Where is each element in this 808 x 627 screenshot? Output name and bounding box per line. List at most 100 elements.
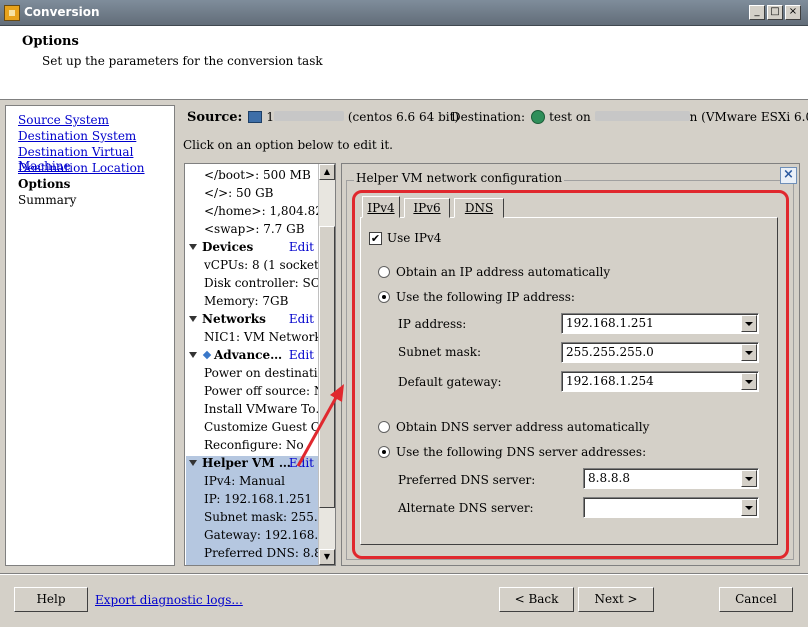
minimize-button[interactable]: _ [749,5,765,20]
app-icon [4,5,20,21]
ip-address-value: 192.168.1.251 [566,316,654,330]
preferred-dns-value: 8.8.8.8 [588,471,630,485]
use-following-ip-radio[interactable] [378,291,390,303]
nav-summary: Summary [18,193,77,207]
list-item[interactable]: Subnet mask: 255.… [185,508,318,526]
page-subtitle: Set up the parameters for the conversion… [42,54,323,68]
panel-title: Helper VM network configuration [354,171,565,185]
scroll-thumb[interactable] [319,226,335,508]
nav-options: Options [18,177,71,191]
dropdown-arrow-icon[interactable] [741,315,757,332]
footer-separator [0,573,808,575]
vm-host-icon [531,110,546,124]
list-item[interactable]: IP: 192.168.1.251 [185,490,318,508]
nav-destination-location[interactable]: Destination Location [18,161,145,175]
group-networks[interactable]: Networks Edit [185,310,318,328]
list-item[interactable]: </home>: 1,804.82… [185,202,318,220]
tab-ipv4[interactable]: IPv4 [362,196,400,218]
options-scrollbar[interactable]: ▲ ▼ [318,164,335,565]
subnet-mask-label: Subnet mask: [398,345,482,359]
preferred-dns-field[interactable]: 8.8.8.8 [583,468,759,489]
redacted-hostname [274,111,344,121]
maximize-button[interactable]: □ [767,5,783,20]
collapse-arrow-icon[interactable] [189,316,197,322]
scroll-up-button[interactable]: ▲ [319,164,335,180]
list-item[interactable]: Disk controller: SC… [185,274,318,292]
ip-address-field[interactable]: 192.168.1.251 [561,313,759,334]
destination-label: Destination: [451,110,526,124]
help-button[interactable]: Help [14,587,88,612]
preferred-dns-label: Preferred DNS server: [398,473,536,487]
group-label: Advance… [214,348,283,362]
dropdown-arrow-icon[interactable] [741,470,757,487]
use-following-dns-label: Use the following DNS server addresses: [396,445,647,459]
hint-text: Click on an option below to edit it. [183,138,393,152]
scroll-down-button[interactable]: ▼ [319,549,335,565]
list-item[interactable]: Memory: 7GB [185,292,318,310]
list-item[interactable]: </boot>: 500 MB [185,166,318,184]
group-label: Helper VM … [202,456,291,470]
page-title: Options [22,34,79,49]
use-ipv4-label: Use IPv4 [387,231,442,245]
window-title: Conversion [24,5,100,19]
list-item[interactable]: Reconfigure: No [185,436,318,454]
group-advanced[interactable]: Advance… Edit [185,346,318,364]
list-item[interactable]: IPv4: Manual [185,472,318,490]
back-button[interactable]: < Back [499,587,574,612]
collapse-arrow-icon[interactable] [189,244,197,250]
source-label: Source: [187,110,243,125]
close-panel-icon[interactable]: × [780,167,797,184]
use-ipv4-checkbox[interactable]: ✔ [369,232,382,245]
wizard-steps-nav: Source System Destination System Destina… [5,105,175,566]
group-devices[interactable]: Devices Edit [185,238,318,256]
list-item[interactable]: Power on destinatio… [185,364,318,382]
close-window-button[interactable]: × [785,5,801,20]
destination-info: Destination: test on n (VMware ESXi 6.0.0… [451,110,808,124]
obtain-dns-auto-label: Obtain DNS server address automatically [396,420,650,434]
obtain-ip-auto-label: Obtain an IP address automatically [396,265,611,279]
source-prefix: 1 [266,110,274,124]
dropdown-arrow-icon[interactable] [741,373,757,390]
next-button[interactable]: Next > [578,587,654,612]
nav-destination-system[interactable]: Destination System [18,129,136,143]
use-following-ip-label: Use the following IP address: [396,290,575,304]
alternate-dns-field[interactable] [583,497,759,518]
list-item[interactable]: Install VMware To… [185,400,318,418]
export-logs-link[interactable]: Export diagnostic logs... [95,593,243,607]
edit-helper-vm-link[interactable]: Edit [289,454,314,472]
list-item[interactable]: Customize Guest O… [185,418,318,436]
list-item[interactable]: Gateway: 192.168.… [185,526,318,544]
tab-dns[interactable]: DNS [454,198,504,218]
source-info: Source: 1 (centos 6.6 64 bit) [187,110,459,125]
destination-prefix: test on [549,110,591,124]
use-following-dns-radio[interactable] [378,446,390,458]
subnet-mask-field[interactable]: 255.255.255.0 [561,342,759,363]
subnet-mask-value: 255.255.255.0 [566,345,654,359]
list-item[interactable]: NIC1: VM Network [185,328,318,346]
collapse-arrow-icon[interactable] [189,460,197,466]
list-item[interactable]: vCPUs: 8 (1 socket… [185,256,318,274]
obtain-ip-auto-radio[interactable] [378,266,390,278]
edit-devices-link[interactable]: Edit [289,238,314,256]
list-item[interactable]: </>: 50 GB [185,184,318,202]
obtain-dns-auto-radio[interactable] [378,421,390,433]
tab-ipv6[interactable]: IPv6 [404,198,450,218]
dropdown-arrow-icon[interactable] [741,499,757,516]
title-bar: Conversion _ □ × [0,0,808,26]
nav-source-system[interactable]: Source System [18,113,109,127]
list-item[interactable]: Power off source: No [185,382,318,400]
options-list: </boot>: 500 MB </>: 50 GB </home>: 1,80… [184,163,336,566]
list-item[interactable]: <swap>: 7.7 GB [185,220,318,238]
edit-networks-link[interactable]: Edit [289,310,314,328]
computer-icon [248,111,263,123]
group-helper-vm[interactable]: Helper VM … Edit [185,454,318,472]
ip-address-label: IP address: [398,317,467,331]
edit-advanced-link[interactable]: Edit [289,346,314,364]
default-gateway-field[interactable]: 192.168.1.254 [561,371,759,392]
collapse-arrow-icon[interactable] [189,352,197,358]
dropdown-arrow-icon[interactable] [741,344,757,361]
diamond-icon [202,350,212,360]
list-item[interactable]: Preferred DNS: 8.8… [185,544,318,562]
alternate-dns-label: Alternate DNS server: [398,501,534,515]
cancel-button[interactable]: Cancel [719,587,793,612]
